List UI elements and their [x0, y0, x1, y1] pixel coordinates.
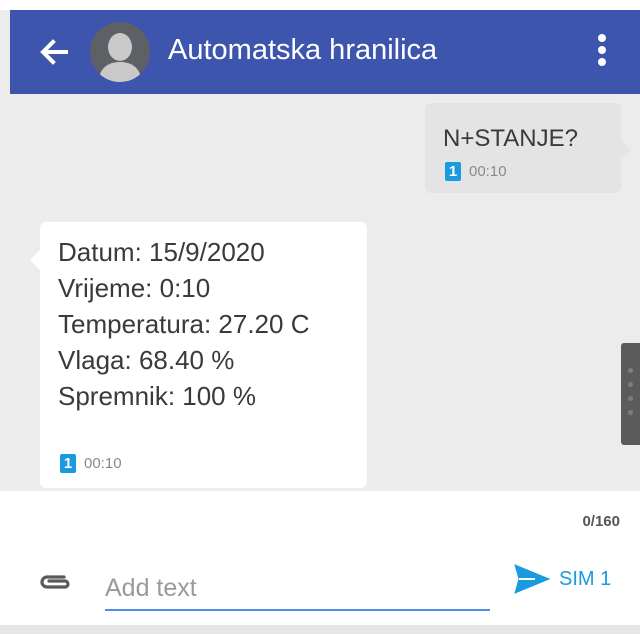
message-text: N+STANJE?: [443, 125, 578, 152]
person-avatar-icon: [90, 22, 150, 82]
app-bar: Automatska hranilica: [10, 10, 640, 94]
message-line: Spremnik: 100 %: [58, 381, 256, 411]
incoming-bubble-tail: [30, 250, 40, 270]
message-line: Vrijeme: 0:10: [58, 273, 211, 303]
character-counter: 0/160: [582, 513, 620, 530]
contact-avatar[interactable]: [90, 22, 150, 82]
message-text: Datum: 15/9/2020 Vrijeme: 0:10 Temperatu…: [58, 234, 309, 414]
arrow-left-icon: [40, 39, 68, 65]
bottom-strip: [0, 625, 640, 634]
attach-button[interactable]: [38, 571, 72, 593]
back-button[interactable]: [34, 32, 74, 72]
overflow-menu-button[interactable]: [588, 28, 616, 76]
status-bar-strip: [0, 0, 640, 10]
message-input-wrapper: [105, 571, 490, 611]
message-line: Datum: 15/9/2020: [58, 237, 265, 267]
message-meta: 1 00:10: [445, 162, 507, 181]
message-time: 00:10: [84, 455, 122, 472]
incoming-message[interactable]: Datum: 15/9/2020 Vrijeme: 0:10 Temperatu…: [40, 222, 367, 488]
conversation-title: Automatska hranilica: [168, 34, 438, 66]
outgoing-bubble-tail: [621, 140, 631, 160]
message-time: 00:10: [469, 163, 507, 180]
sim-1-badge: 1: [445, 162, 461, 181]
fast-scroll-handle[interactable]: [621, 343, 640, 445]
send-button[interactable]: SIM 1: [513, 563, 611, 595]
send-icon: [514, 564, 551, 594]
more-vert-icon: [598, 34, 606, 66]
message-line: Temperatura: 27.20 C: [58, 309, 310, 339]
outgoing-message[interactable]: N+STANJE? 1 00:10: [425, 103, 621, 193]
sim-1-badge: 1: [60, 454, 76, 473]
send-sim-label: SIM 1: [559, 567, 612, 590]
message-meta: 1 00:10: [60, 454, 122, 473]
message-line: Vlaga: 68.40 %: [58, 345, 235, 375]
compose-area: 0/160 SIM 1: [0, 491, 640, 625]
paperclip-icon: [40, 575, 70, 589]
message-input[interactable]: [105, 571, 490, 605]
